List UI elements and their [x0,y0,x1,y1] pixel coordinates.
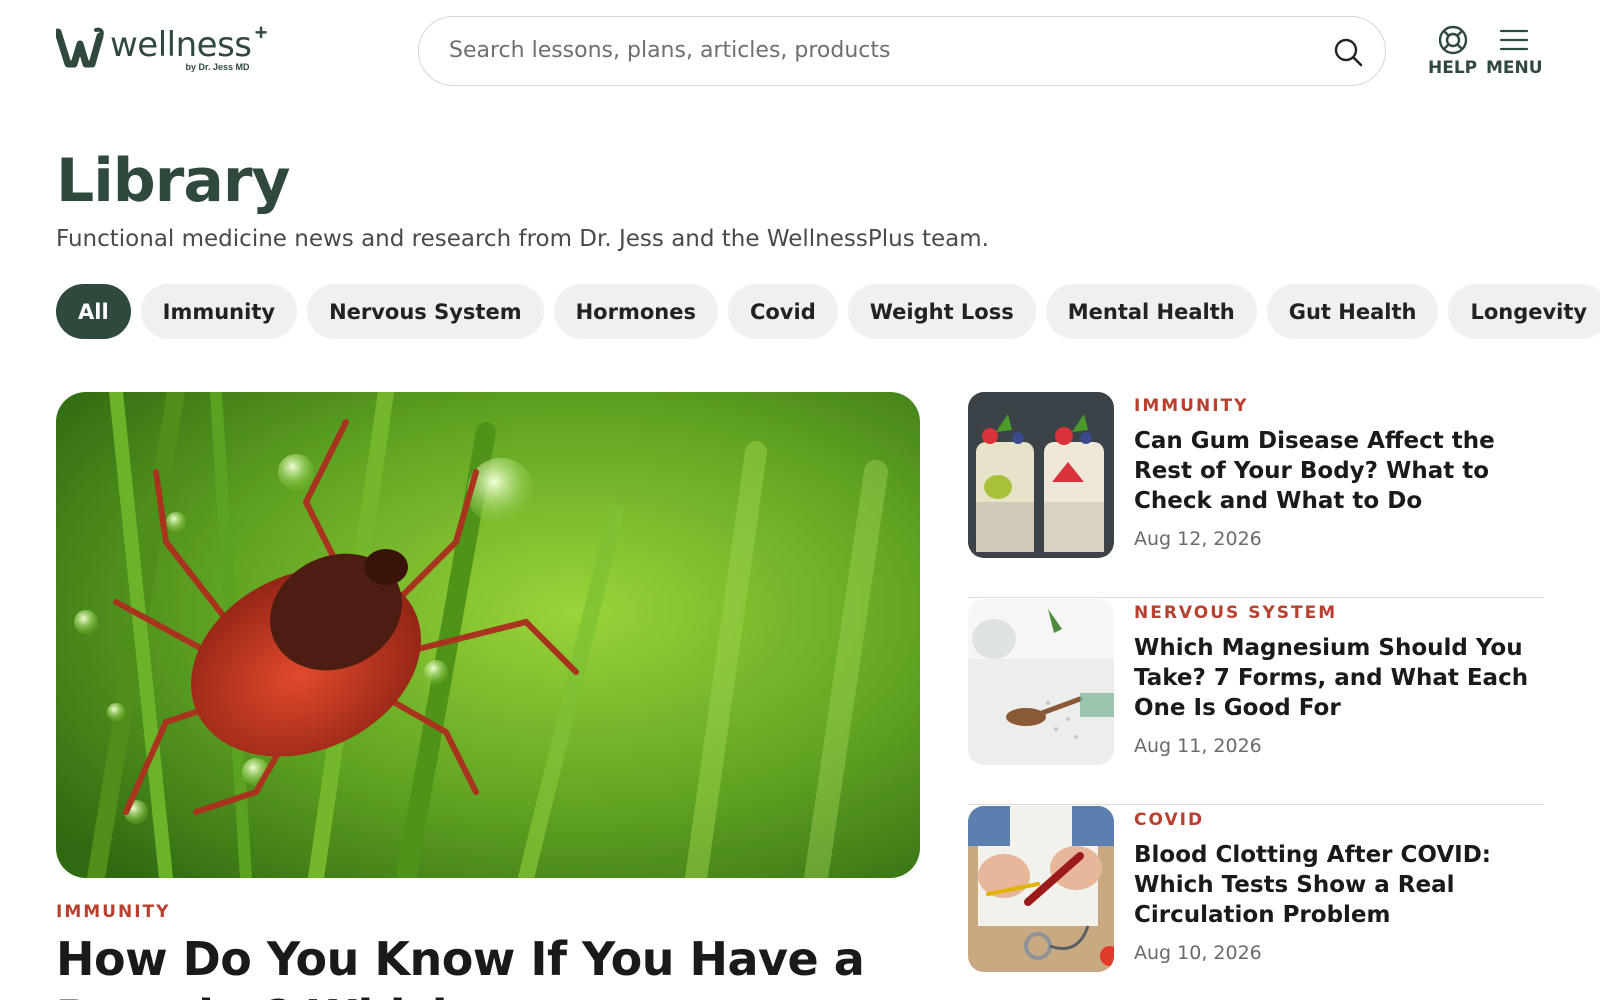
filter-chip-immunity[interactable]: Immunity [140,284,298,339]
logo-plus: + [254,20,268,45]
magnesium-spoon-image [968,599,1114,765]
filter-chip-weight-loss[interactable]: Weight Loss [847,284,1036,339]
filter-chip-hormones[interactable]: Hormones [553,284,718,339]
menu-button[interactable]: MENU [1486,24,1543,78]
help-button[interactable]: HELP [1428,24,1477,78]
help-label: HELP [1428,58,1478,78]
category-filters: All Immunity Nervous System Hormones Cov… [56,284,1600,339]
search-icon[interactable] [1333,37,1363,67]
article-card[interactable]: NERVOUS SYSTEM Which Magnesium Should Yo… [968,599,1544,805]
chia-pudding-image [968,392,1114,558]
lifebuoy-icon [1438,25,1467,55]
filter-chip-covid[interactable]: Covid [727,284,838,339]
page-subtitle: Functional medicine news and research fr… [56,226,989,252]
article-thumbnail [968,806,1114,972]
filter-chip-nervous-system[interactable]: Nervous System [307,284,544,339]
page-title: Library [56,146,291,216]
featured-article-title[interactable]: How Do You Know If You Have a Parasite? … [56,930,920,1000]
logo-wordmark: wellness + by Dr. Jess MD [110,20,268,72]
article-title[interactable]: Blood Clotting After COVID: Which Tests … [1134,840,1539,930]
tick-on-grass-image [56,392,920,878]
article-title[interactable]: Which Magnesium Should You Take? 7 Forms… [1134,633,1539,723]
article-title[interactable]: Can Gum Disease Affect the Rest of Your … [1134,426,1539,516]
article-date: Aug 11, 2026 [1134,735,1262,757]
search-input[interactable] [449,17,1309,84]
featured-article-category[interactable]: IMMUNITY [56,902,170,922]
logo-word: wellness [110,25,252,65]
filter-chip-longevity[interactable]: Longevity [1448,284,1600,339]
filter-chip-gut-health[interactable]: Gut Health [1266,284,1439,339]
logo-mark-icon [56,27,104,68]
article-category: COVID [1134,810,1205,830]
site-header: wellness + by Dr. Jess MD HELP MENU [0,0,1600,100]
search-bar [418,16,1386,86]
brand-logo[interactable]: wellness + by Dr. Jess MD [56,20,268,72]
blood-test-image [968,806,1114,972]
menu-label: MENU [1486,58,1543,78]
hamburger-menu-icon [1500,29,1529,51]
article-category: NERVOUS SYSTEM [1134,603,1338,623]
filter-chip-all[interactable]: All [56,284,131,339]
article-category: IMMUNITY [1134,396,1249,416]
article-card[interactable]: IMMUNITY Can Gum Disease Affect the Rest… [968,392,1544,598]
article-thumbnail [968,599,1114,765]
article-date: Aug 10, 2026 [1134,942,1262,964]
article-date: Aug 12, 2026 [1134,528,1262,550]
filter-chip-mental-health[interactable]: Mental Health [1045,284,1257,339]
article-card[interactable]: COVID Blood Clotting After COVID: Which … [968,806,1544,1000]
article-thumbnail [968,392,1114,558]
featured-article-image[interactable] [56,392,920,878]
